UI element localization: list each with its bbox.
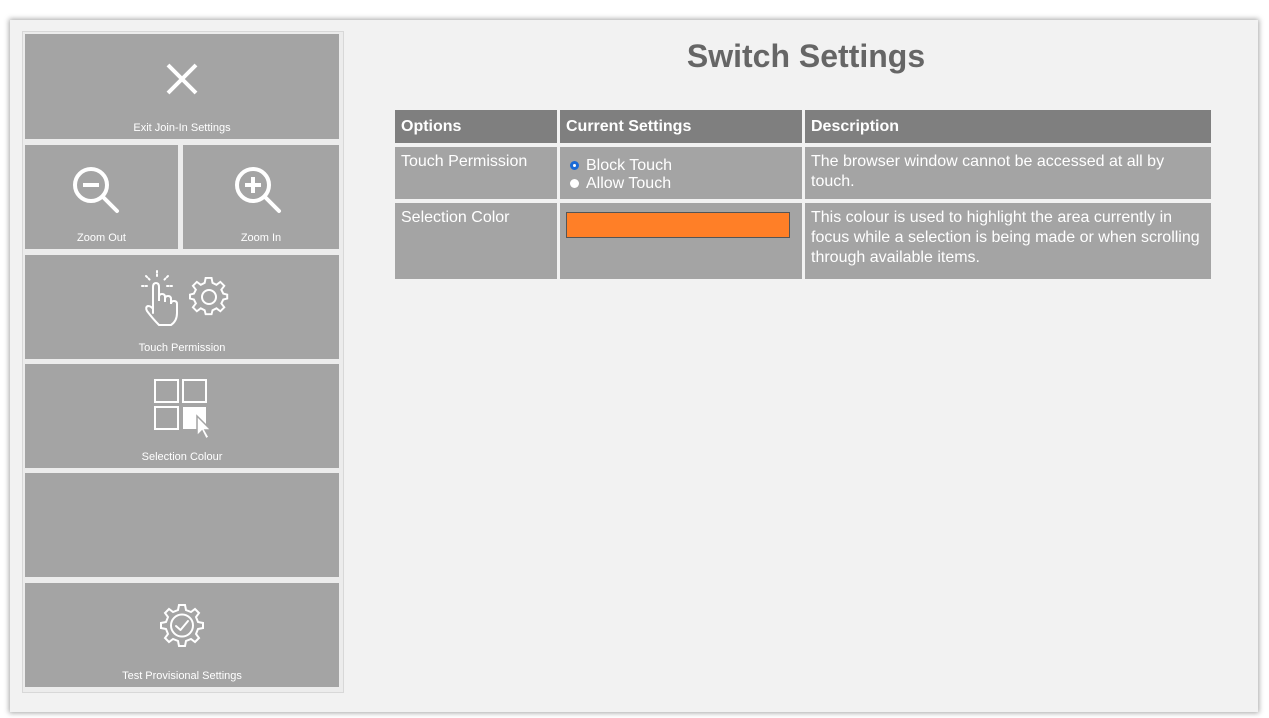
- zoom-in-button[interactable]: Zoom In: [183, 145, 339, 249]
- radio-allow-touch-label: Allow Touch: [586, 174, 672, 192]
- exit-settings-button[interactable]: Exit Join-In Settings: [25, 34, 339, 139]
- zoom-out-icon: [73, 167, 119, 213]
- page-title: Switch Settings: [686, 38, 926, 74]
- option-touch-permission: Touch Permission: [395, 147, 557, 203]
- table-header-row: Options Current Settings Description: [395, 110, 1211, 147]
- zoom-out-button[interactable]: Zoom Out: [25, 145, 178, 249]
- empty-tile: [25, 473, 339, 577]
- radio-button-unchecked[interactable]: [570, 179, 579, 188]
- grid-select-icon: [154, 379, 213, 440]
- touch-permission-button[interactable]: Touch Permission: [25, 255, 339, 359]
- selection-color-cell: [560, 203, 802, 283]
- column-header-options: Options: [395, 110, 557, 147]
- radio-button-checked[interactable]: [570, 161, 579, 170]
- gear-check-icon: [160, 604, 204, 647]
- table-row-selection-color: Selection Color This colour is used to h…: [395, 203, 1211, 283]
- gear-icon: [189, 277, 229, 316]
- touch-permission-label: Touch Permission: [138, 342, 226, 354]
- zoom-out-label: Zoom Out: [77, 232, 126, 244]
- table-row-touch-permission: Touch Permission Block Touch Allow Touch…: [395, 147, 1211, 203]
- settings-table: Options Current Settings Description Tou…: [392, 110, 1214, 283]
- selection-colour-button[interactable]: Selection Colour: [25, 364, 339, 468]
- radio-block-touch-label: Block Touch: [586, 156, 672, 174]
- selection-color-swatch[interactable]: [566, 212, 790, 238]
- sidebar: Exit Join-In Settings Zoom Out Zoom In T…: [22, 31, 344, 693]
- option-selection-color: Selection Color: [395, 203, 557, 283]
- close-icon: [166, 63, 198, 95]
- column-header-current-settings: Current Settings: [560, 110, 802, 147]
- column-header-description: Description: [805, 110, 1211, 147]
- touch-permission-radios: Block Touch Allow Touch: [560, 147, 802, 203]
- selection-colour-label: Selection Colour: [141, 451, 223, 463]
- zoom-in-label: Zoom In: [240, 232, 282, 244]
- zoom-in-icon: [235, 167, 281, 213]
- touch-hand-icon: [141, 270, 178, 326]
- description-touch-permission: The browser window cannot be accessed at…: [805, 147, 1211, 203]
- test-provisional-settings-button[interactable]: Test Provisional Settings: [25, 583, 339, 687]
- radio-allow-touch[interactable]: Allow Touch: [566, 173, 796, 194]
- test-provisional-settings-label: Test Provisional Settings: [122, 670, 242, 682]
- exit-settings-label: Exit Join-In Settings: [133, 122, 231, 134]
- description-selection-color: This colour is used to highlight the are…: [805, 203, 1211, 283]
